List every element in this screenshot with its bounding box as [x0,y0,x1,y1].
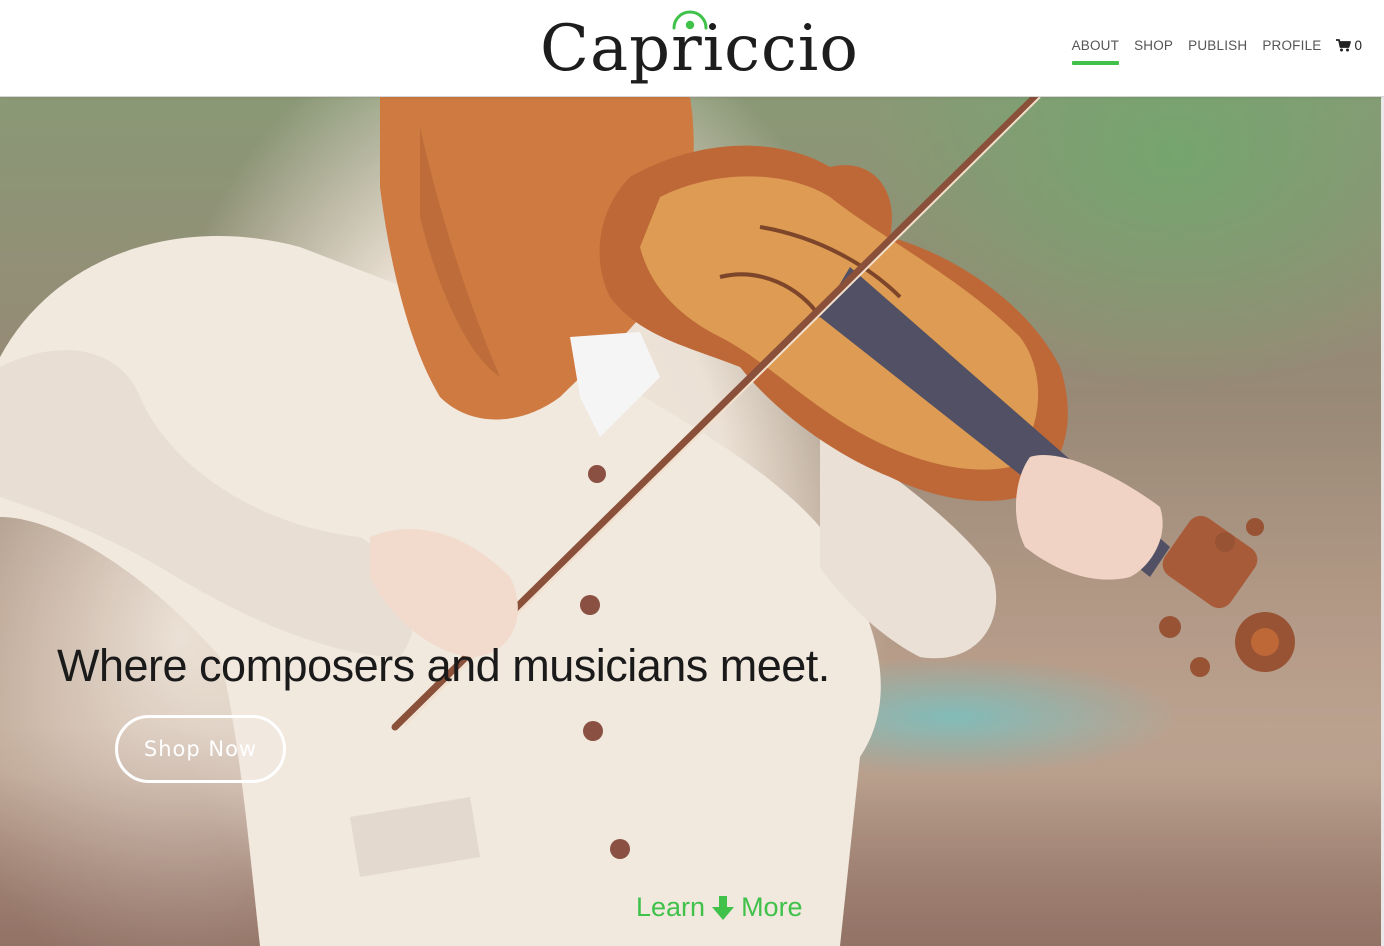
nav-item-shop[interactable]: SHOP [1134,38,1173,61]
cart-button[interactable]: 0 [1336,38,1362,61]
brand-logo[interactable]: Capriccio [540,6,858,92]
shopping-cart-icon [1336,39,1352,52]
main-nav: ABOUT SHOP PUBLISH PROFILE 0 [1071,38,1362,65]
learn-more-link[interactable]: Learn More [636,892,803,923]
hero-heading: Where composers and musicians meet. [57,640,830,691]
shop-now-button[interactable]: Shop Now [115,715,286,783]
nav-item-profile[interactable]: PROFILE [1262,38,1321,61]
cart-count: 0 [1354,38,1362,53]
hero-overlay [0,97,1384,946]
hero-banner: Where composers and musicians meet. Shop… [0,97,1384,946]
page: Capriccio ABOUT SHOP PUBLISH PROFILE 0 W… [0,0,1384,946]
learn-more-right-text: More [741,892,803,922]
brand-name: Capriccio [540,12,859,86]
learn-more-left-text: Learn [636,892,706,922]
nav-item-about[interactable]: ABOUT [1071,38,1120,65]
nav-item-publish[interactable]: PUBLISH [1188,38,1247,61]
site-header: Capriccio ABOUT SHOP PUBLISH PROFILE 0 [0,0,1384,97]
arrow-down-icon [712,895,735,920]
